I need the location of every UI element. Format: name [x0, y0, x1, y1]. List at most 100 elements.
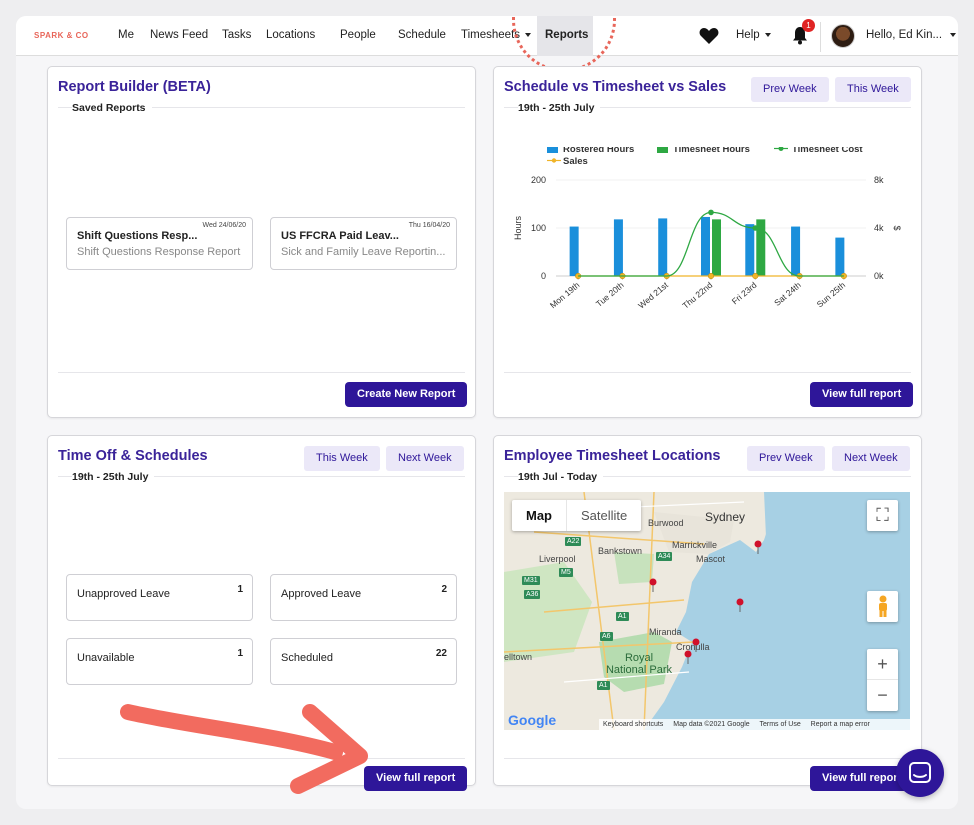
map-tab-map[interactable]: Map [512, 500, 567, 531]
location-pin-icon[interactable] [684, 650, 692, 664]
card-footer-divider [504, 758, 911, 759]
card-subtitle: 19th - 25th July [72, 471, 155, 483]
this-week-button[interactable]: This Week [304, 446, 380, 471]
legend-label: Rostered Hours [563, 147, 634, 155]
location-pin-icon[interactable] [649, 578, 657, 592]
legend-swatch [778, 147, 784, 151]
card-subtitle: 19th - 25th July [518, 102, 601, 114]
stat-count: 22 [435, 648, 447, 659]
map-footer-link[interactable]: Keyboard shortcuts [603, 721, 663, 728]
stat-label: Unapproved Leave [77, 588, 170, 600]
card-footer-divider [58, 372, 465, 373]
prev-week-button[interactable]: Prev Week [747, 446, 825, 471]
user-menu[interactable]: Hello, Ed Kin... [866, 29, 957, 41]
stat-label: Scheduled [281, 652, 333, 664]
y-tick-label: 0 [541, 271, 546, 281]
schedule-chart-card: Schedule vs Timesheet vs Sales 19th - 25… [493, 66, 922, 418]
map-label: Mascot [696, 554, 726, 564]
timesheet-map[interactable]: Map Satellite ⛶ + − Sydney Burwood Banks… [504, 492, 910, 730]
map-type-tabs: Map Satellite [512, 500, 642, 531]
y2-axis-label: $ [892, 225, 902, 230]
report-description: Shift Questions Response Report [77, 246, 241, 258]
next-week-button[interactable]: Next Week [386, 446, 464, 471]
report-description: Sick and Family Leave Reportin... [281, 246, 446, 258]
annotation-arrow [120, 704, 368, 794]
map-tab-satellite[interactable]: Satellite [567, 500, 641, 531]
saved-report-tile[interactable]: Thu 16/04/20 US FFCRA Paid Leav... Sick … [270, 217, 457, 270]
card-title: Employee Timesheet Locations [504, 448, 721, 464]
card-title: Report Builder (BETA) [58, 79, 211, 95]
map-label: Marrickville [672, 540, 717, 550]
avatar[interactable] [831, 24, 855, 48]
card-title: Time Off & Schedules [58, 448, 208, 464]
zoom-in-icon[interactable]: + [867, 649, 898, 680]
x-tick-label: Mon 19th [548, 280, 582, 311]
highlight-annotation [512, 16, 616, 72]
nav-item-schedule[interactable]: Schedule [398, 29, 446, 41]
google-logo: Google [508, 712, 557, 728]
y-tick-label: 100 [531, 223, 546, 233]
sales-point [707, 272, 715, 280]
bar-rostered-hours [835, 237, 845, 276]
legend-label: Sales [563, 156, 588, 167]
map-footer-link[interactable]: Terms of Use [759, 721, 800, 728]
zoom-out-icon[interactable]: − [867, 680, 898, 711]
heart-icon[interactable] [699, 28, 719, 45]
view-full-report-button[interactable]: View full report [810, 382, 914, 407]
stat-count: 2 [441, 584, 447, 595]
card-footer-divider [504, 372, 911, 373]
stat-label: Approved Leave [281, 588, 362, 600]
map-label-park: Royal National Park [605, 652, 673, 676]
y-axis-label: Hours [513, 216, 523, 241]
bar-rostered-hours [745, 224, 755, 276]
timesheet-locations-card: Employee Timesheet Locations 19th Jul - … [493, 435, 922, 791]
stat-tile-unavailable[interactable]: Unavailable 1 [66, 638, 253, 685]
y2-tick-label: 4k [874, 223, 884, 233]
this-week-button[interactable]: This Week [835, 77, 911, 102]
stat-label: Unavailable [77, 652, 135, 664]
bar-rostered-hours [569, 226, 579, 276]
legend-swatch [657, 147, 668, 153]
prev-week-button[interactable]: Prev Week [751, 77, 829, 102]
chat-icon [909, 762, 931, 783]
stat-tile-scheduled[interactable]: Scheduled 22 [270, 638, 457, 685]
nav-item-news-feed[interactable]: News Feed [150, 29, 208, 41]
chevron-down-icon [764, 32, 771, 37]
stat-tile-unapproved-leave[interactable]: Unapproved Leave 1 [66, 574, 253, 621]
legend-label: Timesheet Hours [673, 147, 750, 155]
x-tick-label: Sat 24th [772, 280, 803, 308]
help-label: Help [736, 29, 760, 41]
road-shield: M5 [559, 568, 573, 577]
nav-item-locations[interactable]: Locations [266, 29, 315, 41]
legend-swatch [551, 158, 557, 163]
x-tick-label: Sun 25th [815, 280, 848, 310]
location-pin-icon[interactable] [754, 540, 762, 554]
next-week-button[interactable]: Next Week [832, 446, 910, 471]
nav-item-me[interactable]: Me [118, 29, 134, 41]
brand-logo[interactable]: SPARK & CO [34, 31, 89, 40]
location-pin-icon[interactable] [692, 638, 700, 652]
nav-item-people[interactable]: People [340, 29, 376, 41]
help-menu[interactable]: Help [736, 29, 771, 41]
card-title: Schedule vs Timesheet vs Sales [504, 79, 727, 95]
stat-tile-approved-leave[interactable]: Approved Leave 2 [270, 574, 457, 621]
stat-count: 1 [237, 584, 243, 595]
map-footer: Keyboard shortcuts Map data ©2021 Google… [599, 719, 910, 730]
road-shield: A6 [600, 632, 613, 641]
bar-rostered-hours [791, 226, 801, 276]
report-name: Shift Questions Resp... [77, 230, 198, 242]
saved-report-tile[interactable]: Wed 24/06/20 Shift Questions Resp... Shi… [66, 217, 253, 270]
create-new-report-button[interactable]: Create New Report [345, 382, 468, 407]
top-nav: SPARK & CO Me News Feed Tasks Locations … [16, 16, 958, 72]
road-shield: A34 [656, 552, 673, 561]
notification-badge: 1 [802, 19, 815, 32]
y2-tick-label: 0k [874, 271, 884, 281]
street-view-pegman-icon[interactable] [867, 591, 898, 622]
fullscreen-icon[interactable]: ⛶ [867, 500, 898, 531]
chat-launcher-button[interactable] [896, 749, 944, 797]
location-pin-icon[interactable] [736, 598, 744, 612]
user-greeting: Hello, Ed Kin... [866, 29, 943, 41]
nav-item-tasks[interactable]: Tasks [222, 29, 251, 41]
map-footer-link[interactable]: Report a map error [811, 721, 870, 728]
x-tick-label: Tue 20th [594, 280, 626, 309]
